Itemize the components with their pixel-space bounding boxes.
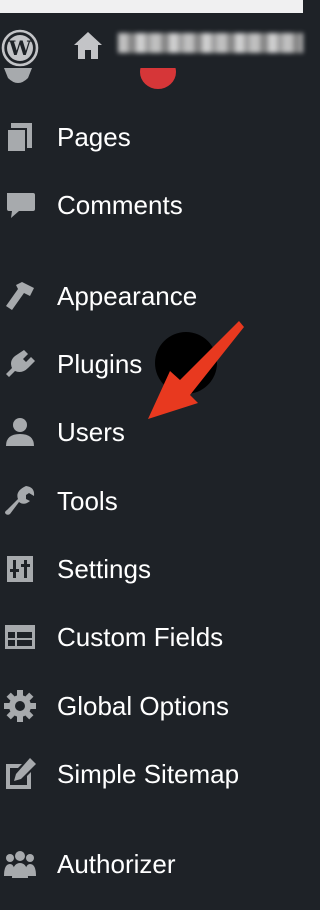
sidebar-item-custom-fields[interactable]: Custom Fields (0, 612, 303, 662)
simple-sitemap-icon (2, 756, 38, 792)
comments-icon (2, 187, 38, 223)
sidebar-item-label: Pages (57, 122, 131, 152)
site-name-redacted[interactable] (118, 33, 303, 53)
users-icon (2, 414, 38, 450)
sidebar-item-pages[interactable]: Pages (0, 112, 303, 162)
annotation-arrow-icon (148, 321, 244, 419)
sidebar-item-settings[interactable]: Settings (0, 544, 303, 594)
pages-icon (2, 119, 38, 155)
sidebar-item-label: Authorizer (57, 849, 176, 879)
sidebar-item-label: Plugins (57, 349, 143, 379)
sidebar-item-global-options[interactable]: Global Options (0, 681, 303, 731)
sidebar-item-label: Appearance (57, 281, 198, 311)
custom-fields-icon (2, 619, 38, 655)
svg-text:W: W (8, 36, 32, 60)
plugins-icon (2, 346, 38, 382)
global-options-icon (2, 688, 38, 724)
tools-icon (2, 483, 38, 519)
partial-menu-icon (0, 68, 36, 88)
appearance-icon (2, 278, 38, 314)
notification-badge (140, 68, 176, 89)
sidebar-item-appearance[interactable]: Appearance (0, 271, 303, 321)
sidebar-item-authorizer[interactable]: Authorizer (0, 839, 303, 889)
sidebar-item-label: Comments (57, 190, 183, 220)
sidebar-item-label: Simple Sitemap (57, 759, 240, 789)
sidebar-item-label: Tools (57, 486, 118, 516)
sidebar-item-comments[interactable]: Comments (0, 180, 303, 230)
sidebar-item-tools[interactable]: Tools (0, 476, 303, 526)
sidebar-item-label: Global Options (57, 691, 229, 721)
sidebar-item-label: Users (57, 417, 125, 447)
sidebar-item-label: Custom Fields (57, 622, 224, 652)
wordpress-logo-icon[interactable]: W (0, 28, 40, 68)
authorizer-icon (2, 846, 38, 882)
browser-top-strip (0, 0, 303, 13)
home-icon[interactable] (72, 30, 104, 60)
partial-menu-item[interactable] (0, 68, 303, 90)
sidebar-item-label: Settings (57, 554, 151, 584)
settings-icon (2, 551, 38, 587)
sidebar-item-simple-sitemap[interactable]: Simple Sitemap (0, 749, 303, 799)
